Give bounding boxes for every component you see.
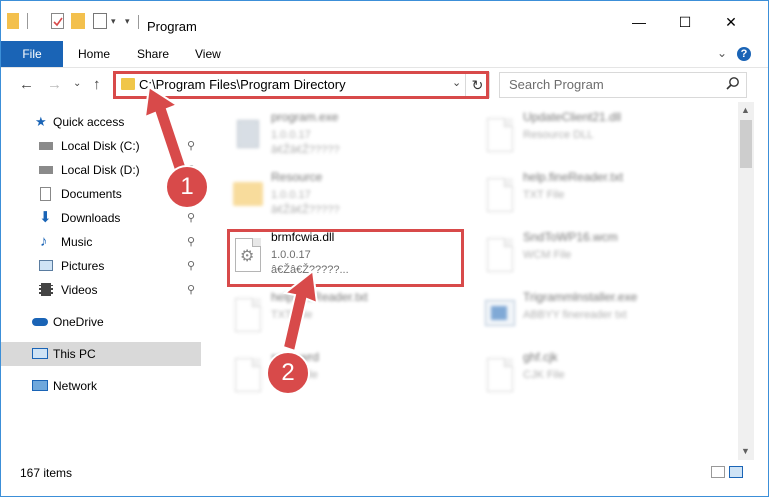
status-bar: 167 items	[1, 460, 768, 496]
large-icons-view-icon[interactable]	[729, 466, 743, 478]
step-2-badge: 2	[266, 351, 310, 395]
arrow-1-icon	[143, 85, 189, 175]
details-view-icon[interactable]	[711, 466, 725, 478]
arrow-2-icon	[281, 269, 319, 353]
annotation-arrows	[143, 85, 319, 353]
item-count: 167 items	[20, 466, 73, 480]
scroll-down-icon[interactable]: ▼	[741, 446, 750, 456]
step-1-badge: 1	[165, 165, 209, 209]
explorer-window: ▾ ▾ Program — ☐ ✕ File Home Share View ⌄…	[0, 0, 769, 497]
scrollbar-thumb[interactable]	[740, 120, 752, 168]
scroll-up-icon[interactable]: ▲	[741, 105, 750, 115]
vertical-scrollbar[interactable]: ▲ ▼	[738, 102, 754, 460]
